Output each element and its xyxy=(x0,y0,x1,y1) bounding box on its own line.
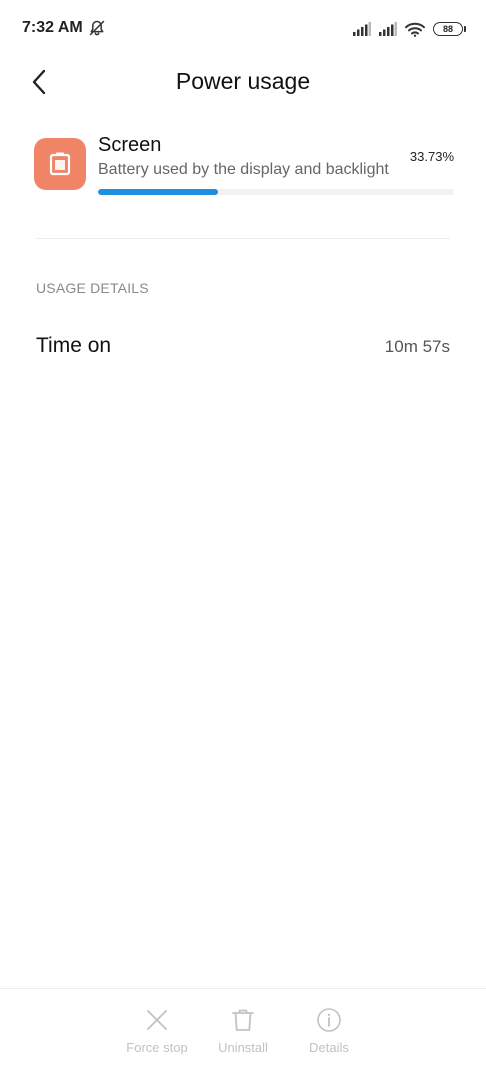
status-bar: 7:32 AM 88 xyxy=(0,0,486,56)
notifications-muted-icon xyxy=(89,20,105,36)
battery-level: 88 xyxy=(442,23,453,34)
details-label: Details xyxy=(309,1040,349,1055)
force-stop-label: Force stop xyxy=(126,1040,188,1055)
trash-icon xyxy=(232,1009,254,1031)
battery-icon: 88 xyxy=(433,22,463,36)
usage-percent: 33.73% xyxy=(409,149,454,164)
detail-row-time-on: Time on 10m 57s xyxy=(36,330,450,364)
details-button[interactable]: Details xyxy=(284,1007,374,1063)
uninstall-button[interactable]: Uninstall xyxy=(198,1007,288,1063)
usage-progress-bar xyxy=(98,189,454,195)
bottom-action-bar: Force stop Uninstall Details xyxy=(0,988,486,1080)
signal-icon xyxy=(379,22,397,36)
page-title: Power usage xyxy=(175,68,311,94)
signal-icon xyxy=(353,22,371,36)
battery-tip xyxy=(464,26,466,32)
status-indicators: 88 xyxy=(353,19,466,39)
close-icon xyxy=(147,1010,167,1030)
app-bar: Power usage xyxy=(0,56,486,110)
detail-label: Time on xyxy=(36,334,112,357)
detail-value: 10m 57s xyxy=(384,337,450,356)
section-header: USAGE DETAILS xyxy=(36,280,149,296)
wifi-icon xyxy=(405,22,425,37)
usage-progress-fill xyxy=(98,189,219,195)
status-time: 7:32 AM xyxy=(22,19,83,36)
screen-icon xyxy=(49,152,71,176)
app-name: Screen xyxy=(98,134,162,156)
app-icon xyxy=(34,138,86,190)
uninstall-label: Uninstall xyxy=(218,1040,268,1055)
usage-item-screen: Screen Battery used by the display and b… xyxy=(34,130,454,210)
force-stop-button[interactable]: Force stop xyxy=(112,1007,202,1063)
app-description: Battery used by the display and backligh… xyxy=(98,161,389,178)
power-usage-screen: 7:32 AM 88 Power usage Screen Battery us… xyxy=(0,0,486,1080)
divider xyxy=(36,238,450,239)
info-icon xyxy=(317,1008,341,1032)
